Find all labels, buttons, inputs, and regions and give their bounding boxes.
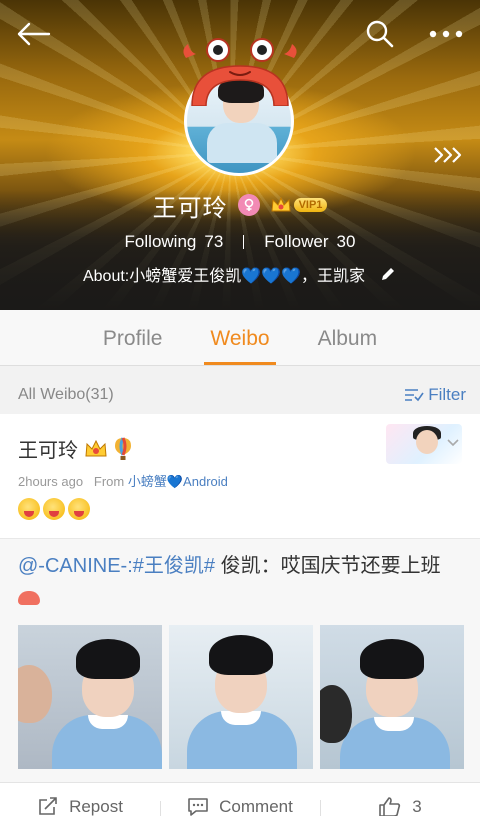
profile-tabs: Profile Weibo Album bbox=[0, 310, 480, 366]
kiss-emoji-icon bbox=[18, 498, 40, 520]
filter-icon bbox=[405, 389, 424, 402]
hashtag-link[interactable]: :#王俊凯# bbox=[127, 555, 215, 577]
following-link[interactable]: Following 73 bbox=[125, 232, 224, 252]
repost-body: 俊凯：哎国庆节还要上班 bbox=[215, 555, 441, 577]
like-button[interactable]: 3 bbox=[320, 796, 480, 816]
profile-header: 王可玲 VIP1 Following 73 Follower 30 About:小螃… bbox=[0, 0, 480, 310]
chevron-right-icon[interactable] bbox=[428, 138, 468, 172]
post-card-banner[interactable] bbox=[386, 424, 462, 464]
name-row: 王可玲 VIP1 bbox=[0, 188, 480, 222]
tab-weibo[interactable]: Weibo bbox=[194, 310, 285, 365]
repost-label: Repost bbox=[69, 796, 123, 816]
post-source[interactable]: 小螃蟹💙Android bbox=[128, 474, 228, 489]
comment-label: Comment bbox=[219, 796, 293, 816]
comment-button[interactable]: Comment bbox=[160, 797, 320, 816]
post-time: 2hours ago bbox=[18, 474, 84, 489]
post-emoji-row bbox=[18, 498, 462, 520]
post-header: 王可玲 2hours ago From 小螃蟹💙Android bbox=[0, 414, 480, 538]
crab-frame-icon bbox=[183, 38, 297, 106]
repost-text: @-CANINE-:#王俊凯# 俊凯：哎国庆节还要上班 bbox=[18, 551, 462, 613]
balloon-icon bbox=[114, 436, 132, 461]
follower-label: Follower bbox=[264, 232, 329, 251]
crown-icon bbox=[84, 439, 108, 459]
filter-button[interactable]: Filter bbox=[404, 385, 466, 405]
crown-icon bbox=[271, 196, 291, 212]
divider bbox=[243, 235, 245, 249]
more-icon[interactable] bbox=[424, 14, 468, 54]
follower-link[interactable]: Follower 30 bbox=[264, 232, 355, 252]
photo-2[interactable] bbox=[169, 625, 313, 769]
female-icon bbox=[237, 194, 260, 216]
following-count: 73 bbox=[204, 232, 224, 251]
repost-button[interactable]: Repost bbox=[0, 797, 160, 816]
thumbs-up-icon bbox=[379, 796, 401, 816]
like-count: 3 bbox=[412, 796, 422, 816]
post-from-label: From bbox=[93, 474, 125, 489]
post-author[interactable]: 王可玲 bbox=[18, 434, 78, 463]
follower-count: 30 bbox=[336, 232, 356, 251]
kiss-emoji-icon bbox=[43, 498, 65, 520]
follow-stats: Following 73 Follower 30 bbox=[0, 230, 480, 254]
chevron-down-icon[interactable] bbox=[446, 438, 460, 448]
about-row[interactable]: About:小螃蟹爱王俊凯💙💙💙，王凯家 bbox=[0, 262, 480, 286]
photo-1[interactable] bbox=[18, 625, 162, 769]
vip-badge[interactable]: VIP1 bbox=[270, 196, 328, 214]
weibo-post[interactable]: 王可玲 2hours ago From 小螃蟹💙Android @-CANINE… bbox=[0, 414, 480, 816]
post-meta: 2hours ago From 小螃蟹💙Android bbox=[18, 471, 462, 490]
post-actions: Repost Comment 3 bbox=[0, 782, 480, 816]
vip-level: VIP1 bbox=[293, 198, 328, 212]
profile-name: 王可玲 bbox=[152, 194, 228, 222]
tab-profile[interactable]: Profile bbox=[87, 310, 179, 365]
edit-icon[interactable] bbox=[379, 265, 397, 283]
back-arrow-icon[interactable] bbox=[14, 14, 54, 54]
filter-bar: All Weibo(31) Filter bbox=[0, 376, 480, 414]
following-label: Following bbox=[124, 232, 197, 251]
tab-album[interactable]: Album bbox=[302, 310, 394, 365]
kiss-emoji-icon bbox=[68, 498, 90, 520]
photo-3[interactable] bbox=[320, 625, 464, 769]
photo-grid bbox=[18, 625, 464, 769]
weibo-count: All Weibo(31) bbox=[18, 386, 114, 403]
about-text: About:小螃蟹爱王俊凯💙💙💙，王凯家 bbox=[82, 268, 366, 285]
comment-icon bbox=[188, 797, 208, 816]
search-icon[interactable] bbox=[360, 14, 400, 54]
crab-emoji-icon bbox=[18, 590, 40, 605]
avatar[interactable] bbox=[178, 36, 302, 178]
filter-label: Filter bbox=[428, 385, 466, 404]
mention-link[interactable]: @-CANINE- bbox=[18, 555, 127, 577]
reposted-content[interactable]: @-CANINE-:#王俊凯# 俊凯：哎国庆节还要上班 bbox=[0, 538, 480, 782]
repost-icon bbox=[39, 796, 57, 815]
